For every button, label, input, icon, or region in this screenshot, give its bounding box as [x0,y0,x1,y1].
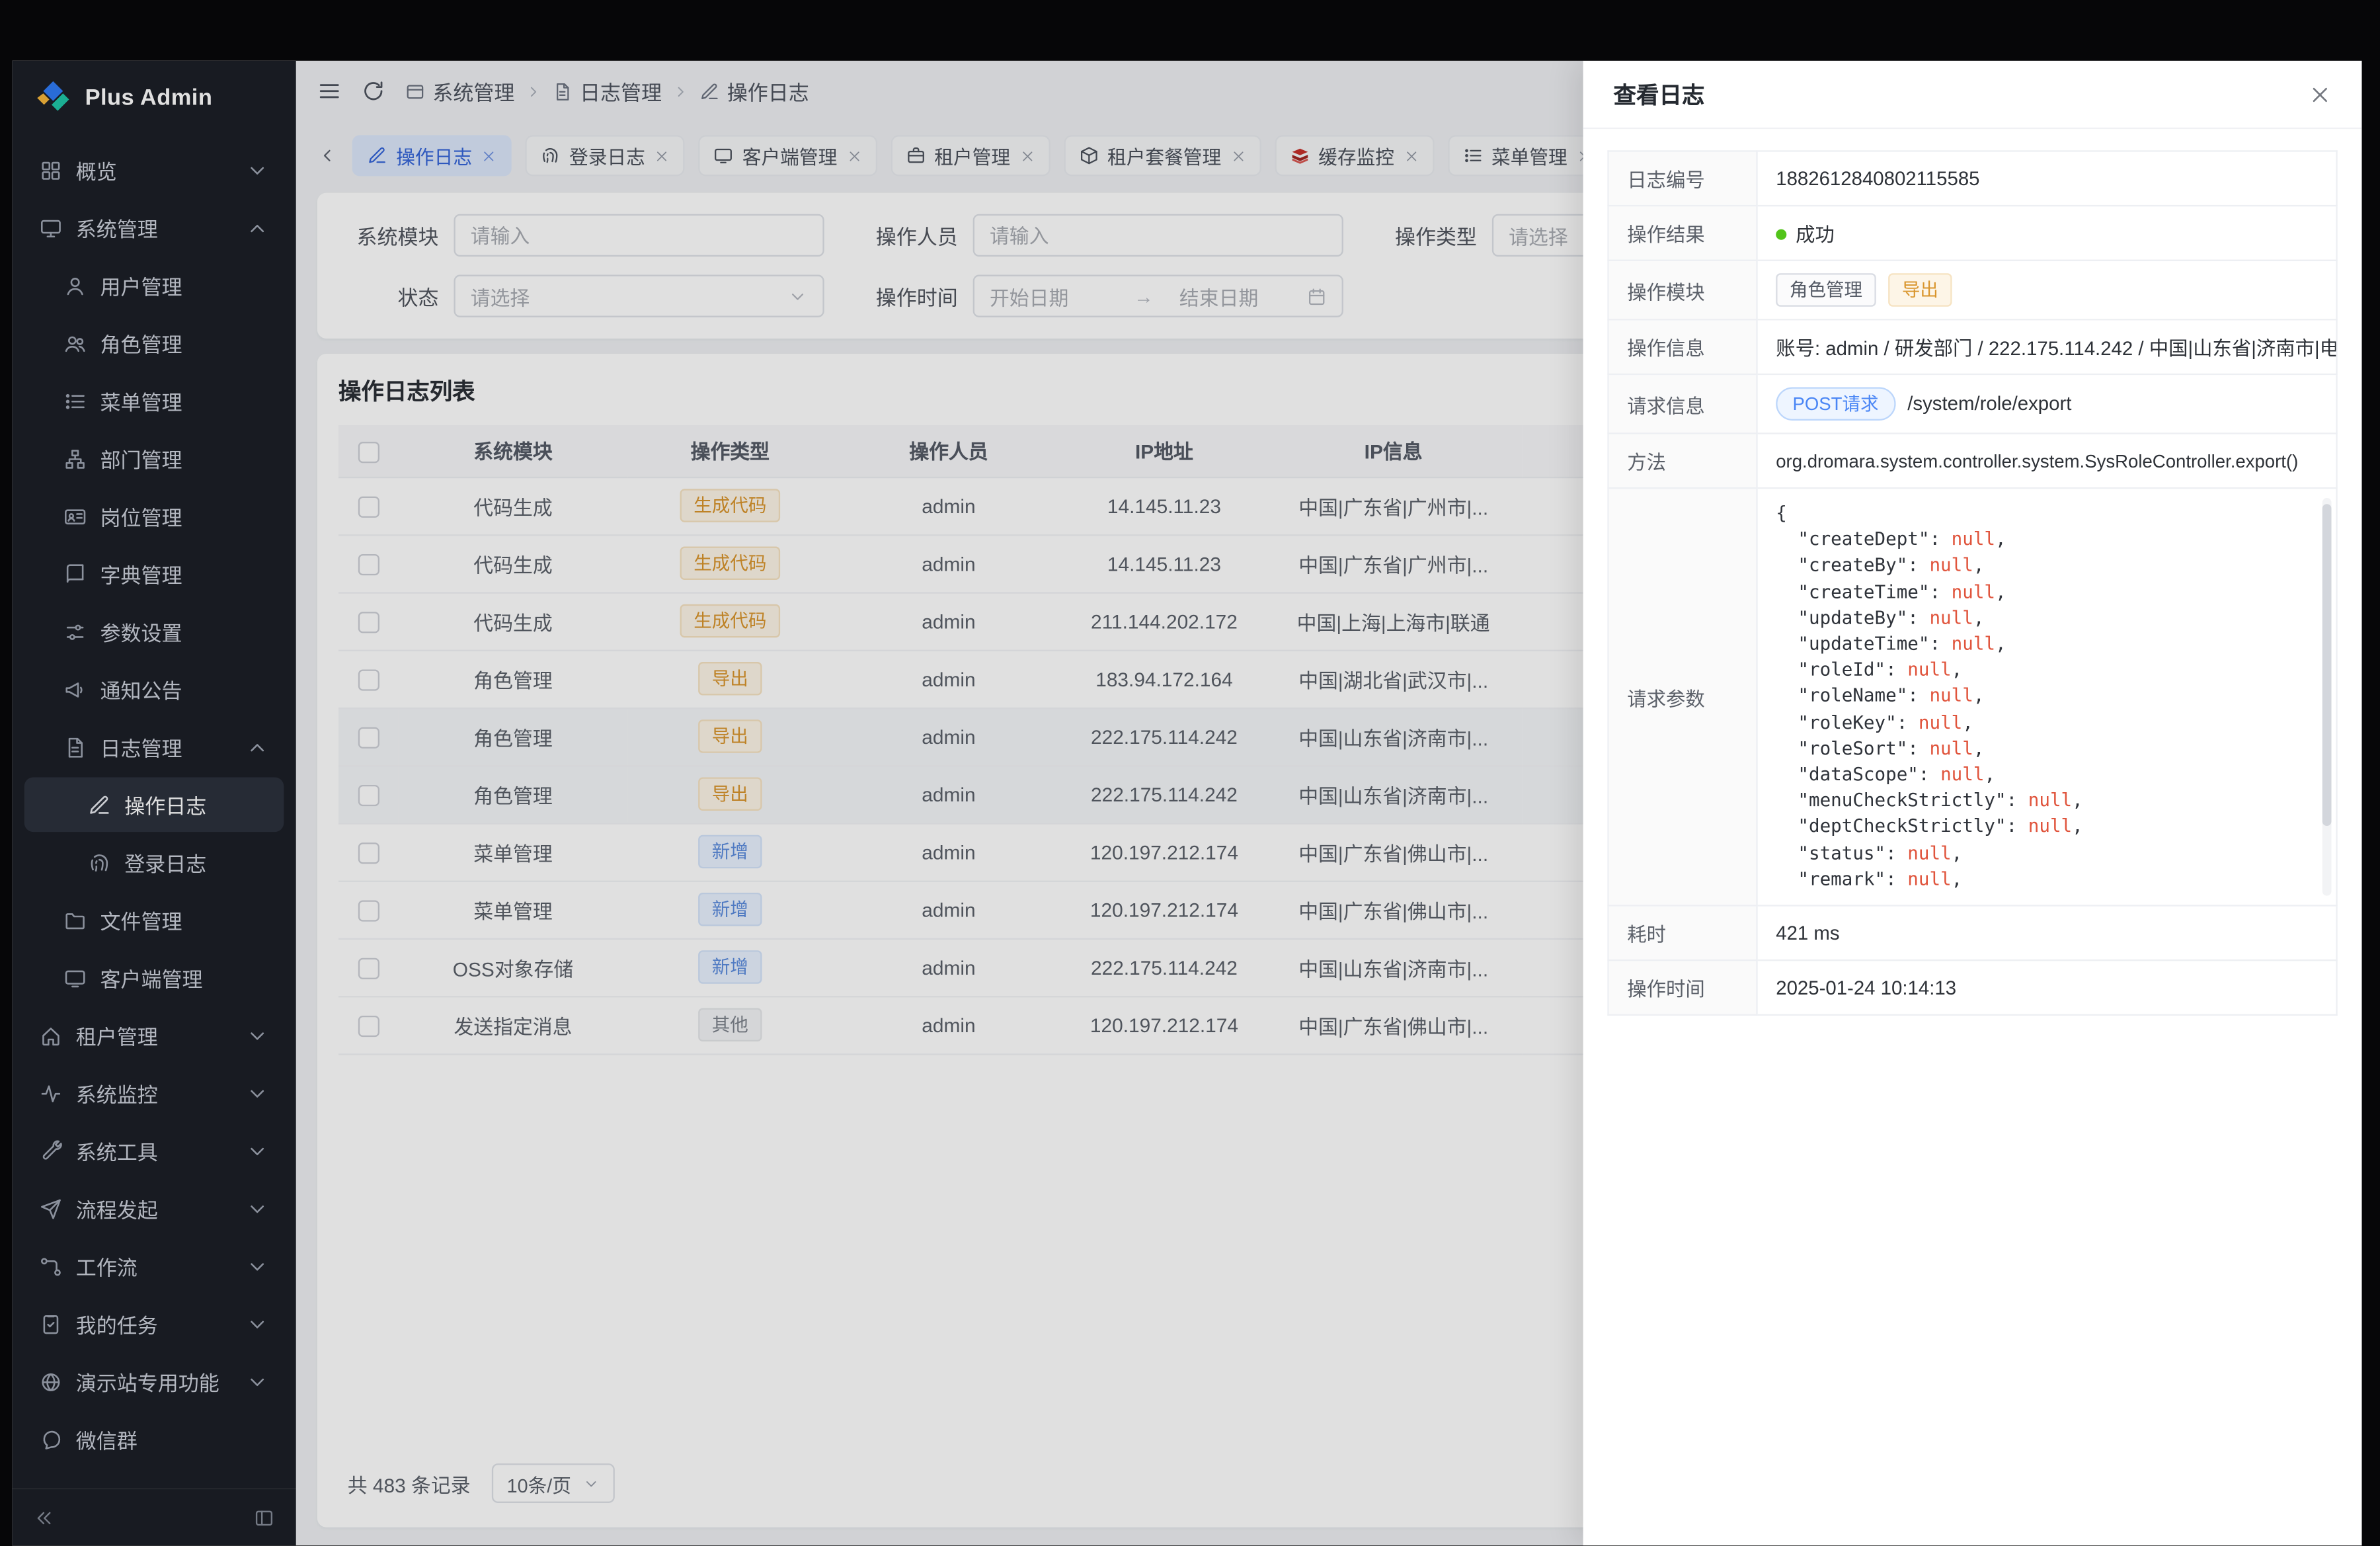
detail-row-5: 方法org.dromara.system.controller.system.S… [1608,433,2337,488]
close-icon[interactable] [2309,83,2331,105]
detail-label: 操作结果 [1608,206,1757,261]
detail-value: 成功 [1757,206,2337,261]
drawer-body: 日志编号1882612840802115585操作结果成功操作模块角色管理导出操… [1583,129,2362,1545]
detail-row-2: 操作模块角色管理导出 [1608,261,2337,320]
detail-label: 操作信息 [1608,319,1757,374]
app-window: Plus Admin 概览系统管理用户管理角色管理菜单管理部门管理岗位管理字典管… [12,61,2361,1545]
detail-value: 账号: admin / 研发部门 / 222.175.114.242 / 中国|… [1757,319,2337,374]
detail-label: 方法 [1608,433,1757,488]
log-detail-table: 日志编号1882612840802115585操作结果成功操作模块角色管理导出操… [1607,150,2337,1016]
detail-row-7: 耗时421 ms [1608,906,2337,961]
detail-label: 日志编号 [1608,151,1757,206]
detail-row-8: 操作时间2025-01-24 10:14:13 [1608,960,2337,1015]
request-path: /system/role/export [1907,391,2071,414]
detail-label: 操作模块 [1608,261,1757,320]
drawer-title: 查看日志 [1614,78,1705,110]
detail-label: 请求参数 [1608,488,1757,905]
module-tag: 导出 [1888,273,1952,307]
detail-value: { "createDept": null, "createBy": null, … [1757,488,2337,905]
status-dot [1776,229,1786,240]
module-tag: 角色管理 [1776,273,1876,307]
status-text: 成功 [1796,223,1835,245]
detail-label: 操作时间 [1608,960,1757,1015]
detail-label: 请求信息 [1608,374,1757,434]
request-method-tag: POST请求 [1776,387,1895,421]
drawer-header: 查看日志 [1583,61,2362,129]
detail-value: org.dromara.system.controller.system.Sys… [1757,433,2337,488]
detail-value: 421 ms [1757,906,2337,961]
detail-value: 角色管理导出 [1757,261,2337,320]
detail-label: 耗时 [1608,906,1757,961]
detail-row-4: 请求信息POST请求/system/role/export [1608,374,2337,434]
screen: Plus Admin 概览系统管理用户管理角色管理菜单管理部门管理岗位管理字典管… [0,0,2380,1545]
detail-row-1: 操作结果 成功 [1608,206,2337,261]
log-detail-drawer: 查看日志 日志编号1882612840802115585操作结果 成功操作模块角色… [1583,61,2362,1545]
detail-value: 2025-01-24 10:14:13 [1757,960,2337,1015]
detail-value: POST请求/system/role/export [1757,374,2337,434]
request-params-json[interactable]: { "createDept": null, "createBy": null, … [1776,501,2318,893]
detail-row-3: 操作信息账号: admin / 研发部门 / 222.175.114.242 /… [1608,319,2337,374]
json-scrollbar-thumb[interactable] [2322,504,2332,826]
detail-row-6: 请求参数{ "createDept": null, "createBy": nu… [1608,488,2337,905]
detail-value: 1882612840802115585 [1757,151,2337,206]
detail-row-0: 日志编号1882612840802115585 [1608,151,2337,206]
drawer-desc-body: 日志编号1882612840802115585操作结果成功操作模块角色管理导出操… [1608,151,2337,1014]
